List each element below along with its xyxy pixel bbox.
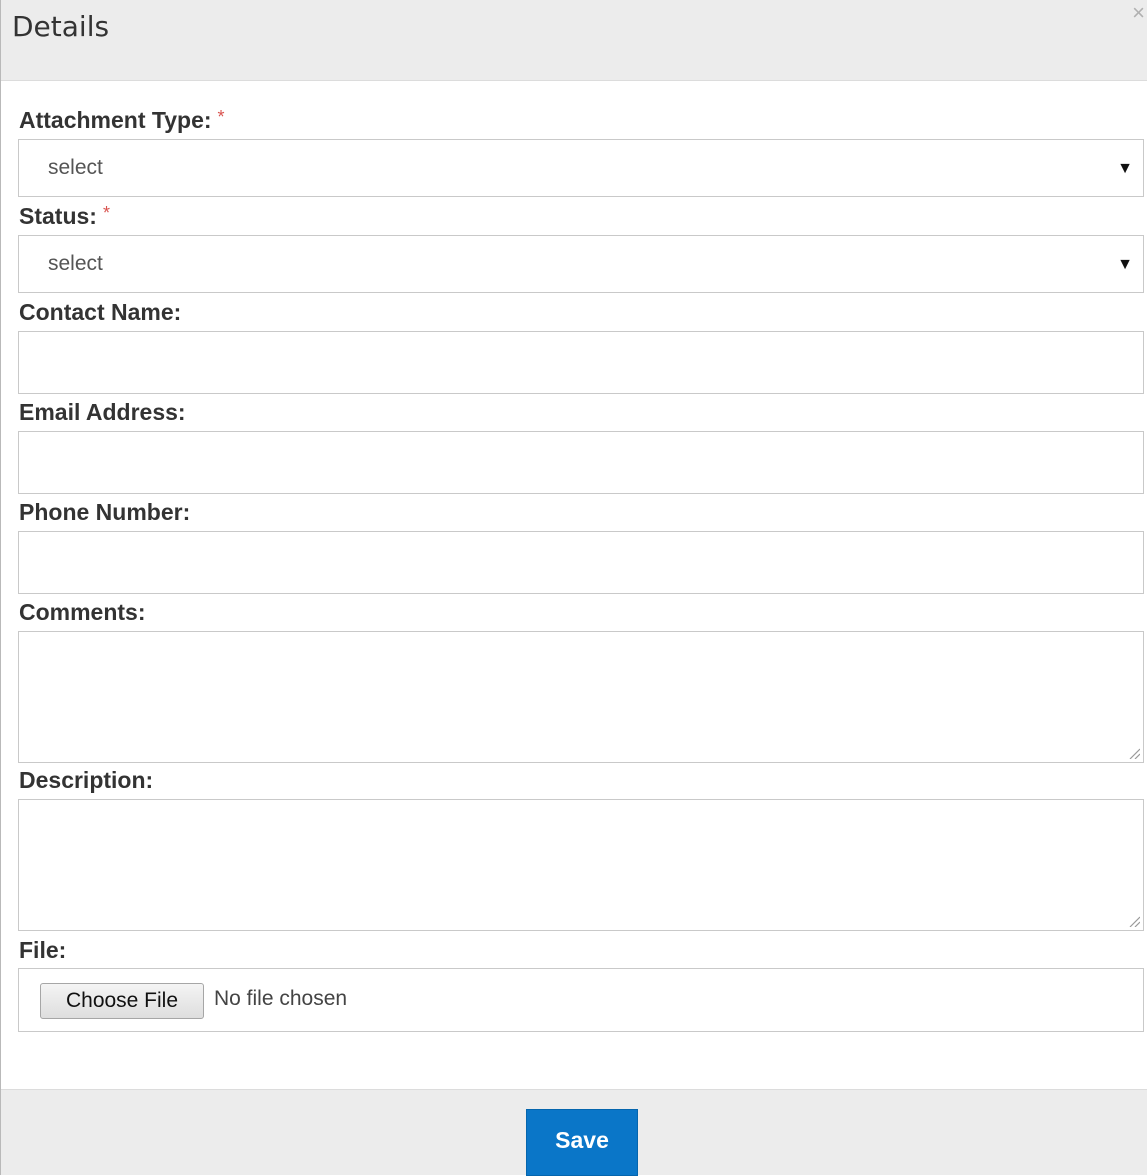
dialog-header: Details ×: [1, 0, 1147, 81]
contact-name-input[interactable]: [18, 331, 1144, 394]
comments-textarea[interactable]: [18, 631, 1144, 763]
details-dialog: Details × Attachment Type: * select ▼ Sta…: [0, 0, 1147, 1176]
status-select[interactable]: select ▼: [18, 235, 1144, 293]
dialog-footer: Save: [1, 1089, 1147, 1176]
phone-number-input[interactable]: [18, 531, 1144, 594]
status-label-text: Status:: [19, 203, 97, 229]
chevron-down-icon: ▼: [1117, 160, 1133, 177]
attachment-type-label-text: Attachment Type:: [19, 107, 212, 133]
attachment-type-value: select: [48, 156, 103, 179]
required-marker: *: [217, 107, 225, 127]
status-label: Status: *: [19, 203, 110, 230]
required-marker: *: [102, 203, 110, 223]
email-address-input[interactable]: [18, 431, 1144, 494]
description-textarea[interactable]: [18, 799, 1144, 931]
file-input: Choose File No file chosen: [18, 968, 1144, 1032]
save-button[interactable]: Save: [526, 1109, 638, 1176]
comments-label: Comments:: [19, 599, 146, 625]
contact-name-label: Contact Name:: [19, 299, 182, 325]
dialog-title: Details: [12, 10, 110, 43]
status-value: select: [48, 252, 103, 275]
chevron-down-icon: ▼: [1117, 256, 1133, 273]
phone-number-label: Phone Number:: [19, 499, 191, 525]
resize-grip-icon[interactable]: [1128, 747, 1140, 759]
file-label: File:: [19, 937, 67, 963]
description-label: Description:: [19, 767, 154, 793]
close-icon[interactable]: ×: [1132, 2, 1145, 24]
resize-grip-icon[interactable]: [1128, 915, 1140, 927]
attachment-type-select[interactable]: select ▼: [18, 139, 1144, 197]
attachment-type-label: Attachment Type: *: [19, 107, 225, 134]
file-status-text: No file chosen: [214, 987, 348, 1010]
email-address-label: Email Address:: [19, 399, 186, 425]
choose-file-button[interactable]: Choose File: [40, 983, 204, 1019]
